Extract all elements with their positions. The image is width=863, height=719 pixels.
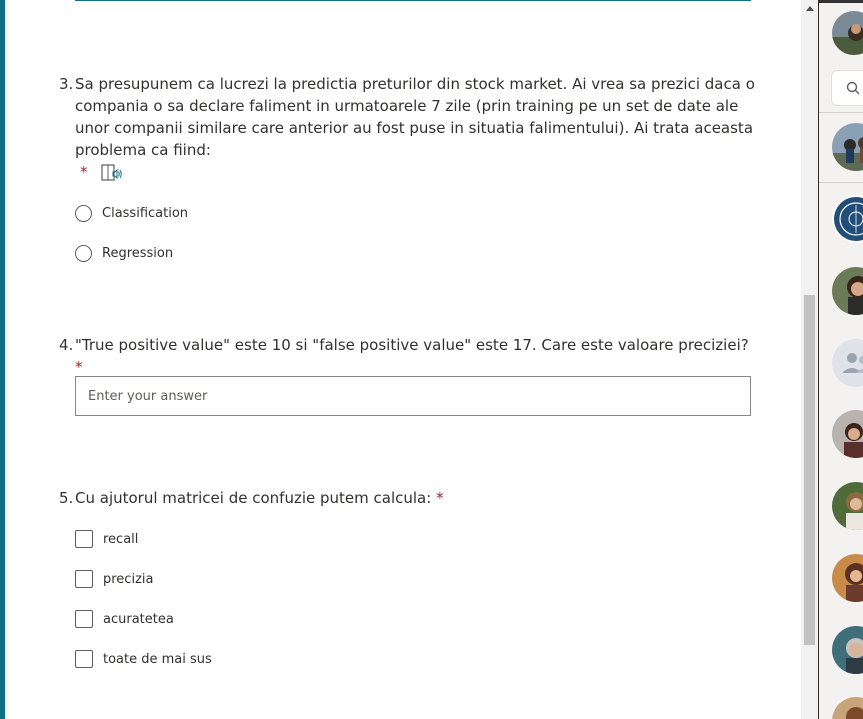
avatar[interactable] — [832, 267, 863, 315]
checkbox[interactable] — [75, 650, 93, 668]
top-divider — [819, 0, 863, 3]
required-marker: * — [75, 358, 83, 376]
option-classification[interactable]: Classification — [75, 203, 188, 223]
divider — [819, 182, 863, 183]
avatar[interactable] — [832, 195, 863, 243]
form-body: 3. Sa presupunem ca lucrezi la predictia… — [5, 0, 801, 719]
option-toate-de-mai-sus[interactable]: toate de mai sus — [75, 649, 212, 669]
option-label: toate de mai sus — [103, 651, 212, 667]
required-marker: * — [436, 489, 444, 507]
question-text: Sa presupunem ca lucrezi la predictia pr… — [75, 75, 755, 159]
checkbox[interactable] — [75, 610, 93, 628]
option-label: precizia — [103, 571, 154, 587]
avatar[interactable] — [832, 339, 863, 387]
search-icon[interactable] — [846, 81, 860, 95]
vertical-scrollbar[interactable] — [801, 0, 818, 719]
avatar[interactable] — [832, 697, 863, 719]
scroll-up-arrow-icon[interactable] — [801, 0, 818, 17]
previous-answer-box[interactable] — [75, 0, 751, 1]
option-regression[interactable]: Regression — [75, 243, 173, 263]
immersive-reader-icon[interactable] — [101, 164, 123, 182]
avatar[interactable] — [832, 410, 863, 458]
divider — [819, 112, 863, 113]
question-text: Cu ajutorul matricei de confuzie putem c… — [75, 487, 755, 509]
avatar[interactable] — [832, 626, 863, 674]
option-recall[interactable]: recall — [75, 529, 138, 549]
checkbox[interactable] — [75, 530, 93, 548]
option-acuratetea[interactable]: acuratetea — [75, 609, 174, 629]
question-number: 3. — [59, 75, 74, 93]
question-text-content: "True positive value" este 10 si "false … — [75, 336, 749, 354]
question-number: 5. — [59, 489, 74, 507]
search-box[interactable] — [831, 70, 863, 106]
scrollbar-thumb[interactable] — [804, 295, 815, 645]
option-label: Regression — [102, 245, 174, 261]
radio-button[interactable] — [75, 204, 92, 222]
question-number: 4. — [59, 336, 74, 354]
option-label: acuratetea — [103, 611, 174, 627]
question-text: "True positive value" este 10 si "false … — [75, 334, 755, 378]
answer-input[interactable] — [75, 376, 751, 416]
checkbox[interactable] — [75, 570, 93, 588]
radio-button[interactable] — [75, 244, 92, 262]
option-label: recall — [103, 531, 139, 547]
avatar[interactable] — [832, 554, 863, 602]
avatar[interactable] — [832, 123, 863, 171]
option-label: Classification — [102, 205, 189, 221]
chat-sidebar — [818, 0, 863, 719]
avatar[interactable] — [832, 482, 863, 530]
required-marker: * — [80, 163, 88, 181]
avatar[interactable] — [832, 11, 863, 55]
question-text-content: Cu ajutorul matricei de confuzie putem c… — [75, 489, 432, 507]
option-precizia[interactable]: precizia — [75, 569, 153, 589]
